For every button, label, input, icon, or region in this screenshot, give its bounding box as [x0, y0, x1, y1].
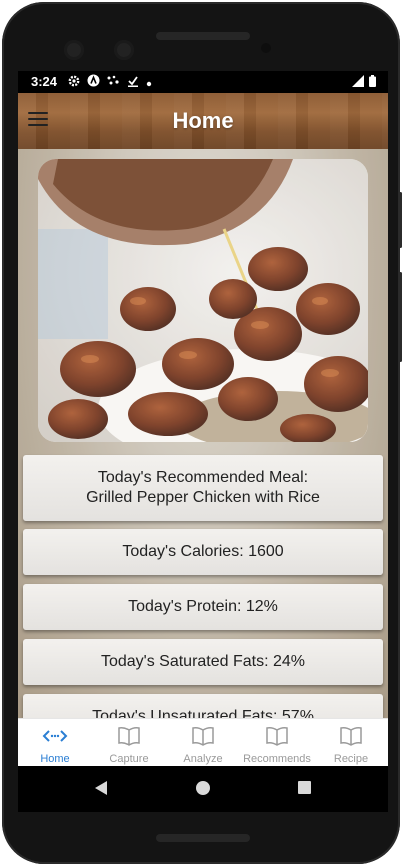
proximity-sensor — [261, 43, 271, 53]
app-header: Home — [18, 93, 388, 149]
front-camera — [64, 40, 84, 60]
protein-text: Today's Protein: 12% — [128, 598, 278, 615]
system-navigation-bar — [18, 765, 388, 812]
nav-home[interactable]: Home — [18, 719, 92, 766]
unsaturated-fats-card[interactable]: Today's Unsaturated Fats: 57% — [23, 694, 383, 718]
status-time: 3:24 — [31, 74, 58, 89]
back-icon[interactable] — [95, 781, 107, 795]
system-status-icons — [352, 75, 376, 90]
connectivity-dots-icon — [107, 75, 120, 90]
earpiece-speaker — [156, 32, 250, 40]
settings-gear-icon — [68, 75, 80, 90]
calories-card[interactable]: Today's Calories: 1600 — [23, 529, 383, 575]
calories-text: Today's Calories: 1600 — [122, 543, 284, 560]
recommended-meal-name: Grilled Pepper Chicken with Rice — [86, 489, 320, 506]
nav-analyze[interactable]: Analyze — [166, 719, 240, 766]
nav-capture-label: Capture — [109, 753, 149, 765]
nav-recommends-label: Recommends — [243, 753, 311, 765]
bottom-navigation: Home Capture Analyze Recommends Recipe — [18, 718, 388, 766]
nav-capture[interactable]: Capture — [92, 719, 166, 766]
home-circle-icon[interactable] — [196, 781, 210, 795]
status-bar: 3:24 — [18, 71, 388, 93]
saturated-fats-card[interactable]: Today's Saturated Fats: 24% — [23, 639, 383, 685]
recommended-meal-heading: Today's Recommended Meal: — [97, 469, 309, 486]
battery-icon — [369, 75, 376, 90]
book-icon — [314, 725, 388, 747]
app-logo-icon — [87, 74, 100, 90]
notification-icons — [68, 74, 152, 90]
book-icon — [92, 725, 166, 747]
signal-icon — [352, 75, 364, 90]
nav-recommends[interactable]: Recommends — [240, 719, 314, 766]
home-content[interactable]: Today's Recommended Meal: Grilled Pepper… — [18, 149, 388, 718]
bottom-speaker — [156, 834, 250, 842]
code-arrows-icon — [18, 725, 92, 747]
recent-apps-icon[interactable] — [298, 781, 311, 794]
meal-photo — [38, 159, 368, 442]
nav-recipe[interactable]: Recipe — [314, 719, 388, 766]
nav-home-label: Home — [40, 753, 70, 765]
book-icon — [166, 725, 240, 747]
download-done-icon — [127, 75, 139, 90]
page-title: Home — [172, 108, 234, 133]
screen: 3:24 Home Today's Recommended Meal: Gril… — [18, 71, 388, 812]
notification-dot-icon — [146, 75, 152, 90]
phone-frame: 3:24 Home Today's Recommended Meal: Gril… — [2, 2, 402, 864]
protein-card[interactable]: Today's Protein: 12% — [23, 584, 383, 630]
nav-analyze-label: Analyze — [183, 753, 223, 765]
front-camera-secondary — [114, 40, 134, 60]
book-icon — [240, 725, 314, 747]
saturated-fats-text: Today's Saturated Fats: 24% — [100, 653, 306, 670]
recommended-meal-card[interactable]: Today's Recommended Meal: Grilled Pepper… — [23, 455, 383, 521]
nav-recipe-label: Recipe — [333, 753, 369, 765]
unsaturated-fats-text: Today's Unsaturated Fats: 57% — [92, 708, 314, 718]
